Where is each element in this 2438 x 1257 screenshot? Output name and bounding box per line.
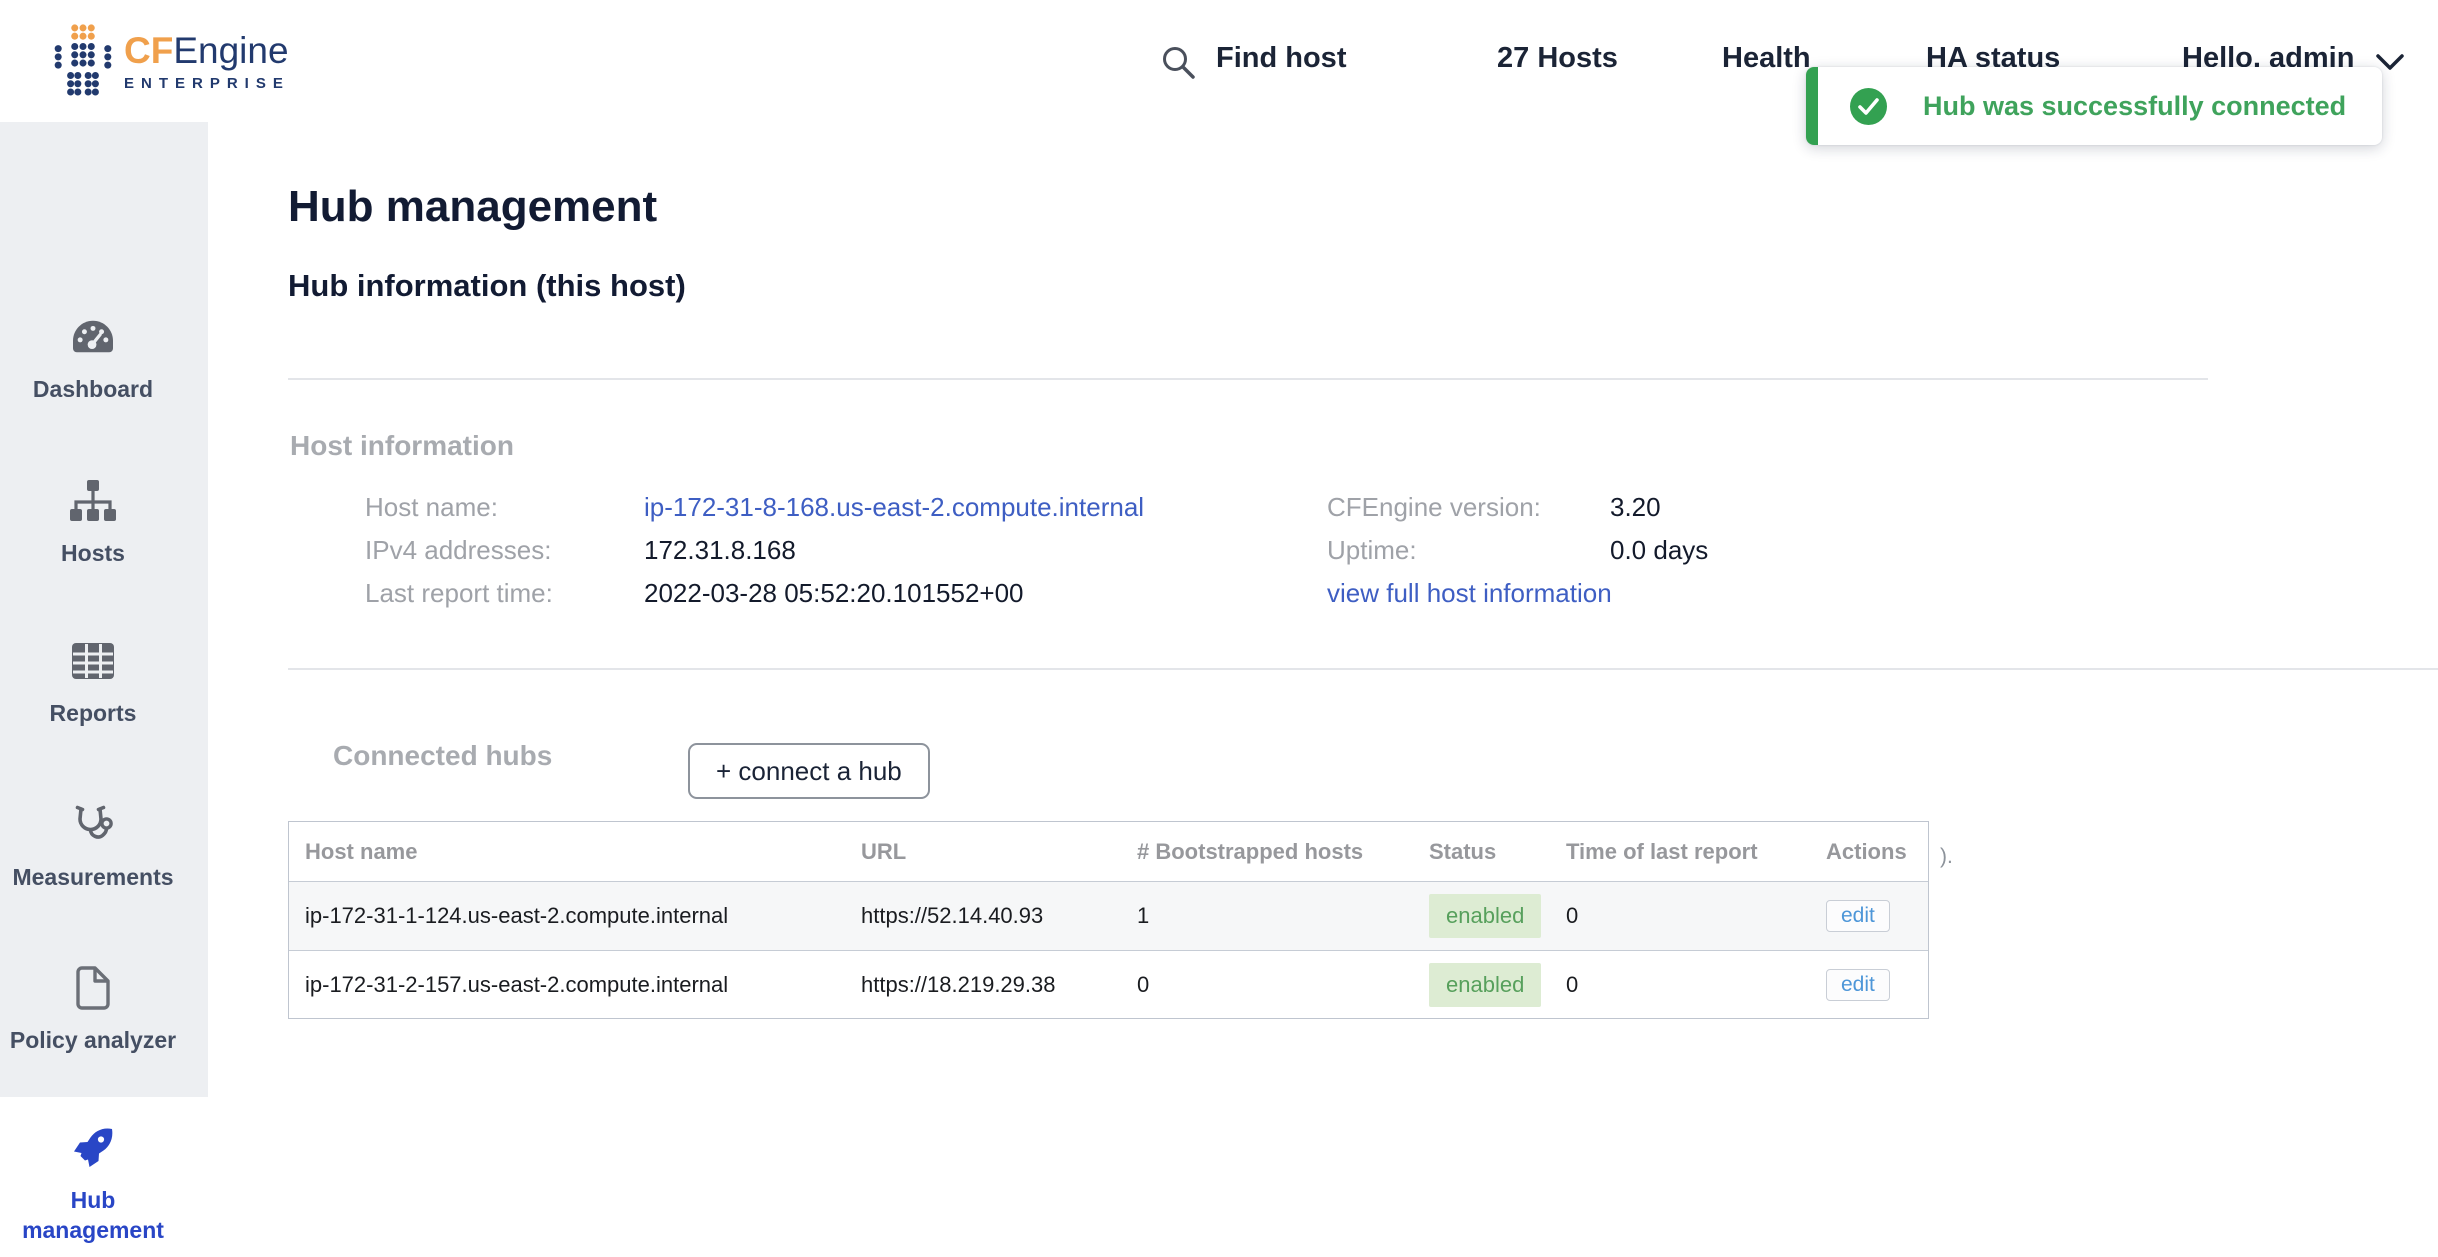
toast-accent-bar xyxy=(1806,67,1818,145)
col-url: URL xyxy=(845,839,1121,865)
cfengine-wordmark: CFEngine ENTERPRISE xyxy=(124,31,290,92)
last-report-label: Last report time: xyxy=(365,578,553,609)
sitemap-icon xyxy=(70,478,116,524)
brand-enterprise: ENTERPRISE xyxy=(124,75,290,92)
search-icon[interactable] xyxy=(1160,44,1198,82)
brand-cf: CF xyxy=(124,30,173,71)
row-url: https://52.14.40.93 xyxy=(845,903,1121,929)
brand-engine: Engine xyxy=(173,30,288,71)
sidebar-item-label: Measurements xyxy=(12,862,173,892)
sidebar-item-label: Hubmanagement xyxy=(22,1185,164,1245)
col-actions: Actions xyxy=(1810,839,1928,865)
sidebar-item-hub-management[interactable]: Hubmanagement xyxy=(0,1097,208,1257)
stethoscope-icon xyxy=(70,802,116,848)
edit-button[interactable]: edit xyxy=(1826,969,1890,1001)
success-toast: Hub was successfully connected xyxy=(1806,67,2382,145)
table-header-row: Host name URL # Bootstrapped hosts Statu… xyxy=(289,822,1928,882)
host-name-link[interactable]: ip-172-31-8-168.us-east-2.compute.intern… xyxy=(644,492,1144,523)
row-last-report: 0 xyxy=(1550,903,1810,929)
row-bootstrapped: 1 xyxy=(1121,903,1413,929)
table-row: ip-172-31-1-124.us-east-2.compute.intern… xyxy=(289,882,1928,950)
col-bootstrapped: # Bootstrapped hosts xyxy=(1121,839,1413,865)
last-report-value: 2022-03-28 05:52:20.101552+00 xyxy=(644,578,1024,609)
sidebar-item-measurements[interactable]: Measurements xyxy=(0,802,208,892)
success-check-icon xyxy=(1850,88,1887,125)
row-bootstrapped: 0 xyxy=(1121,972,1413,998)
sidebar: Dashboard Hosts xyxy=(0,122,208,1206)
view-full-host-info-link[interactable]: view full host information xyxy=(1327,578,1612,609)
row-host-name: ip-172-31-2-157.us-east-2.compute.intern… xyxy=(289,972,845,998)
page-subtitle: Hub information (this host) xyxy=(288,268,686,304)
cfengine-robot-icon xyxy=(52,18,114,104)
ipv4-value: 172.31.8.168 xyxy=(644,535,796,566)
col-host-name: Host name xyxy=(289,839,845,865)
sidebar-item-label: Policy analyzer xyxy=(10,1025,176,1055)
table-row: ip-172-31-2-157.us-east-2.compute.intern… xyxy=(289,950,1928,1018)
version-label: CFEngine version: xyxy=(1327,492,1541,523)
file-icon xyxy=(70,965,116,1011)
status-badge: enabled xyxy=(1429,894,1541,938)
row-host-name: ip-172-31-1-124.us-east-2.compute.intern… xyxy=(289,903,845,929)
divider xyxy=(288,668,2438,670)
nav-find-host[interactable]: Find host xyxy=(1216,42,1346,75)
sidebar-item-reports[interactable]: Reports xyxy=(0,638,208,728)
row-url: https://18.219.29.38 xyxy=(845,972,1121,998)
sidebar-item-dashboard[interactable]: Dashboard xyxy=(0,314,208,404)
host-name-label: Host name: xyxy=(365,492,498,523)
sidebar-item-hosts[interactable]: Hosts xyxy=(0,478,208,568)
connect-a-hub-button[interactable]: + connect a hub xyxy=(688,743,930,799)
sidebar-item-label: Reports xyxy=(50,698,137,728)
col-last-report: Time of last report xyxy=(1550,839,1810,865)
sidebar-item-label: Dashboard xyxy=(33,374,153,404)
edit-button[interactable]: edit xyxy=(1826,900,1890,932)
toast-message: Hub was successfully connected xyxy=(1923,91,2346,122)
rocket-icon xyxy=(70,1125,116,1171)
sidebar-item-policy-analyzer[interactable]: Policy analyzer xyxy=(0,965,208,1055)
col-status: Status xyxy=(1413,839,1550,865)
host-information-heading: Host information xyxy=(290,430,514,462)
cfengine-logo[interactable]: CFEngine ENTERPRISE xyxy=(52,18,290,104)
divider xyxy=(288,378,2208,380)
version-value: 3.20 xyxy=(1610,492,1661,523)
connected-hubs-table: Host name URL # Bootstrapped hosts Statu… xyxy=(288,821,1929,1019)
dashboard-icon xyxy=(70,314,116,360)
ipv4-label: IPv4 addresses: xyxy=(365,535,551,566)
uptime-label: Uptime: xyxy=(1327,535,1417,566)
nav-hosts-count[interactable]: 27 Hosts xyxy=(1497,42,1618,75)
sidebar-item-label: Hosts xyxy=(61,538,125,568)
uptime-value: 0.0 days xyxy=(1610,535,1708,566)
stray-text-fragment: ). xyxy=(1940,845,1953,869)
row-last-report: 0 xyxy=(1550,972,1810,998)
table-icon xyxy=(70,638,116,684)
nav-health[interactable]: Health xyxy=(1722,42,1811,75)
connected-hubs-heading: Connected hubs xyxy=(333,740,552,772)
page-title: Hub management xyxy=(288,182,657,232)
status-badge: enabled xyxy=(1429,963,1541,1007)
